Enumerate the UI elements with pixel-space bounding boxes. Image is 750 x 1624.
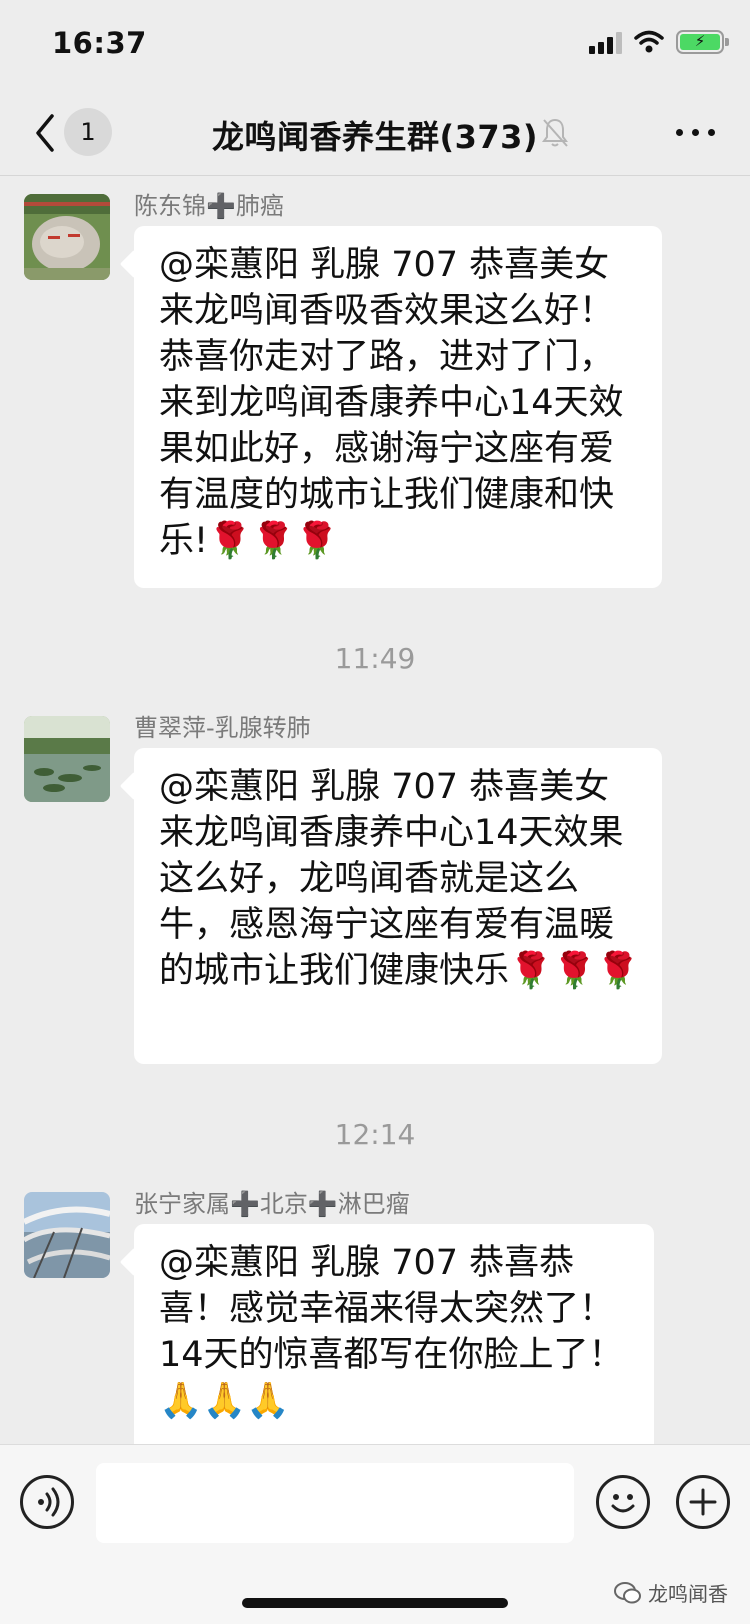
timestamp: 11:49 xyxy=(334,642,416,675)
voice-icon xyxy=(38,1487,60,1517)
chat-header: 1 龙鸣闻香养生群(373) xyxy=(0,92,750,176)
avatar[interactable] xyxy=(24,716,110,802)
reed-avatar-image xyxy=(24,1192,110,1278)
message-input[interactable] xyxy=(96,1463,574,1543)
watermark: 龙鸣闻香 xyxy=(614,1578,728,1607)
smiley-icon xyxy=(611,1494,635,1513)
battery-icon: ⚡ xyxy=(676,30,729,54)
sender-name: 陈东锦➕肺癌 xyxy=(134,192,284,220)
status-icons: ⚡ xyxy=(589,30,729,54)
more-functions-button[interactable] xyxy=(676,1475,730,1529)
avatar[interactable] xyxy=(24,1192,110,1278)
signal-icon xyxy=(589,30,622,54)
lake-avatar-image xyxy=(24,716,110,802)
sender-name: 曹翠萍-乳腺转肺 xyxy=(134,714,311,742)
message-text: @栾蕙阳 乳腺 707 恭喜美女来龙鸣闻香康养中心14天效果这么好，龙鸣闻香就是… xyxy=(159,767,640,991)
message-text: @栾蕙阳 乳腺 707 恭喜美女来龙鸣闻香吸香效果这么好！恭喜你走对了路，进对了… xyxy=(159,245,624,561)
timestamp: 12:14 xyxy=(334,1118,416,1151)
emoji-button[interactable] xyxy=(596,1475,650,1529)
message-bubble[interactable]: @栾蕙阳 乳腺 707 恭喜恭喜！感觉幸福来得太突然了！14天的惊喜都写在你脸上… xyxy=(134,1224,654,1444)
chat-title: 龙鸣闻香养生群(373) xyxy=(211,118,539,156)
message-bubble[interactable]: @栾蕙阳 乳腺 707 恭喜美女来龙鸣闻香吸香效果这么好！恭喜你走对了路，进对了… xyxy=(134,226,662,588)
avatar[interactable] xyxy=(24,194,110,280)
message-bubble[interactable]: @栾蕙阳 乳腺 707 恭喜美女来龙鸣闻香康养中心14天效果这么好，龙鸣闻香就是… xyxy=(134,748,662,1064)
wechat-icon xyxy=(614,1581,641,1603)
watermark-text: 龙鸣闻香 xyxy=(648,1582,728,1606)
home-indicator[interactable] xyxy=(242,1598,508,1608)
status-bar: 16:37 ⚡ xyxy=(0,0,750,92)
mute-bell-icon xyxy=(542,118,568,147)
wifi-icon xyxy=(634,30,664,53)
status-time: 16:37 xyxy=(52,26,147,60)
sender-name: 张宁家属➕北京➕淋巴瘤 xyxy=(134,1190,410,1218)
more-options-icon[interactable] xyxy=(676,120,716,144)
stone-avatar-image xyxy=(24,194,110,280)
message-text: @栾蕙阳 乳腺 707 恭喜恭喜！感觉幸福来得太突然了！14天的惊喜都写在你脸上… xyxy=(159,1243,624,1421)
plus-icon xyxy=(689,1488,717,1516)
voice-input-button[interactable] xyxy=(20,1475,74,1529)
